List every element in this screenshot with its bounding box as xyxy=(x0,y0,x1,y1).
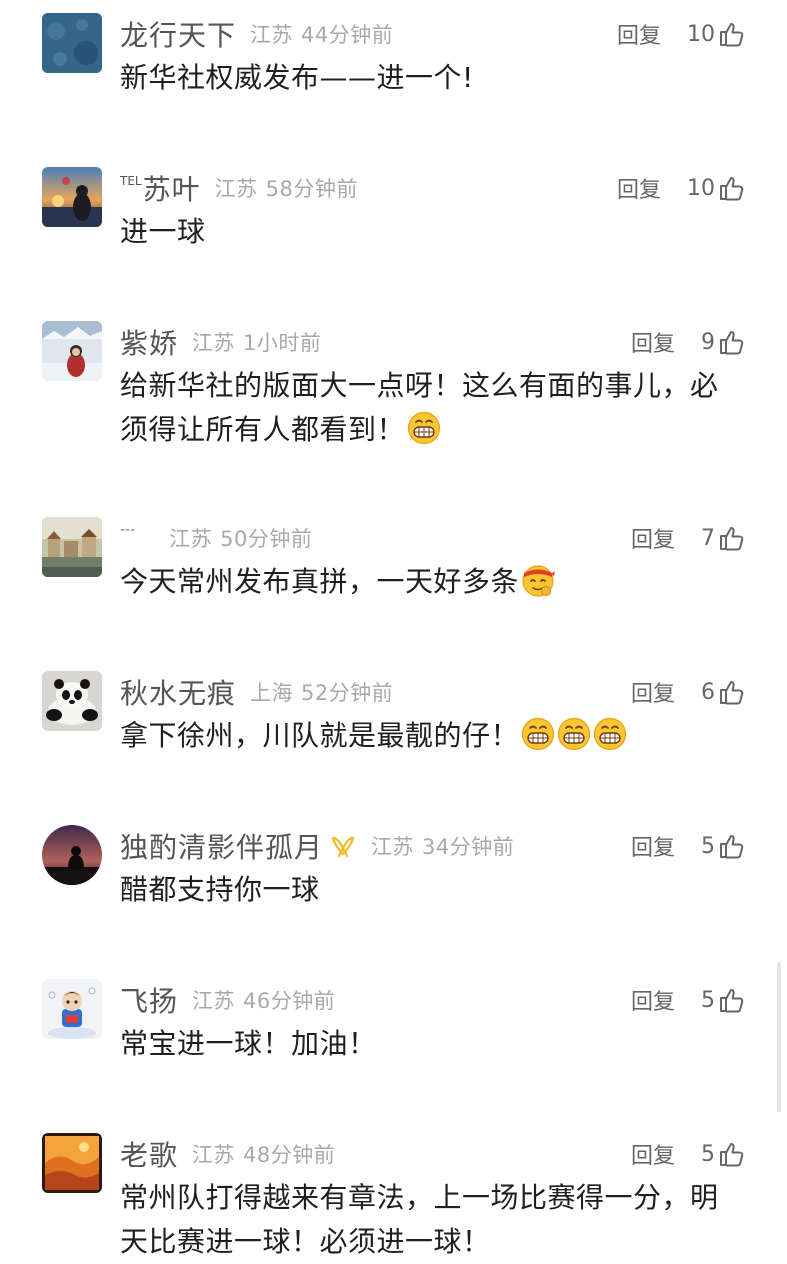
reply-button[interactable]: 回复 xyxy=(631,326,675,358)
cartoon-child-avatar[interactable] xyxy=(42,979,102,1039)
thumbs-up-icon[interactable] xyxy=(717,986,745,1014)
comment-text: 新华社权威发布——进一个! xyxy=(120,56,740,100)
nickname[interactable]: 独酌清影伴孤月 xyxy=(120,826,323,866)
location: 江苏 xyxy=(214,177,258,201)
snow-person-avatar[interactable] xyxy=(42,321,102,381)
yellow-ribbon-badge xyxy=(331,836,355,858)
reply-button[interactable]: 回复 xyxy=(617,18,661,50)
comment-text-content: 新华社权威发布——进一个! xyxy=(120,61,474,94)
comment-header: 飞扬 江苏 46分钟前 xyxy=(120,980,335,1020)
location: 江苏 xyxy=(169,527,213,551)
nickname[interactable]: 苏叶 xyxy=(143,168,201,208)
comment-actions: 回复 9 xyxy=(631,322,745,362)
thumbs-up-icon[interactable] xyxy=(717,328,745,356)
headband-emoji xyxy=(522,565,556,597)
like-count: 7 xyxy=(701,525,715,551)
reply-button[interactable]: 回复 xyxy=(631,984,675,1016)
like-count: 5 xyxy=(701,987,715,1013)
comment-text: 常宝进一球！加油！ xyxy=(120,1022,740,1066)
comment-text: 给新华社的版面大一点呀！这么有面的事儿，必须得让所有人都看到！ xyxy=(120,364,740,452)
comment-text: 醋都支持你一球 xyxy=(120,868,740,912)
timestamp: 34分钟前 xyxy=(422,835,515,859)
grin-emoji xyxy=(521,717,555,751)
like-count: 6 xyxy=(701,679,715,705)
timestamp: 58分钟前 xyxy=(265,177,358,201)
comment-text-content: 常宝进一球！加油！ xyxy=(120,1027,377,1060)
comment-header: 龙行天下 江苏 44分钟前 xyxy=(120,14,393,54)
comment-actions: 回复 5 xyxy=(631,1134,745,1174)
reply-button[interactable]: 回复 xyxy=(631,830,675,862)
scrollbar-thumb[interactable] xyxy=(777,962,781,1112)
town-painting-avatar[interactable] xyxy=(42,517,102,577)
nickname[interactable]: 紫娇 xyxy=(120,322,178,362)
comment-text: 常州队打得越来有章法，上一场比赛得一分，明天比赛进一球！必须进一球！ xyxy=(120,1176,740,1264)
comment-header: --- 江苏 50分钟前 xyxy=(120,518,312,558)
orange-landscape-avatar[interactable] xyxy=(42,1133,102,1193)
like-count: 10 xyxy=(687,175,715,201)
timestamp: 52分钟前 xyxy=(301,681,394,705)
location: 江苏 xyxy=(250,23,294,47)
timestamp: 44分钟前 xyxy=(301,23,394,47)
location: 江苏 xyxy=(371,835,415,859)
reply-button[interactable]: 回复 xyxy=(631,1138,675,1170)
nickname[interactable]: 龙行天下 xyxy=(120,14,236,54)
location: 江苏 xyxy=(192,1143,236,1167)
like-count: 5 xyxy=(701,1141,715,1167)
comment-text: 进一球 xyxy=(120,210,740,254)
location: 江苏 xyxy=(192,331,236,355)
grin-emoji xyxy=(557,717,591,751)
comment-header: 紫娇 江苏 1小时前 xyxy=(120,322,321,362)
comment-header: 老歌 江苏 48分钟前 xyxy=(120,1134,335,1174)
comment-header: 秋水无痕 上海 52分钟前 xyxy=(120,672,393,712)
reply-button[interactable]: 回复 xyxy=(617,172,661,204)
reply-button[interactable]: 回复 xyxy=(631,522,675,554)
location: 江苏 xyxy=(192,989,236,1013)
timestamp: 50分钟前 xyxy=(220,527,313,551)
panda-avatar[interactable] xyxy=(42,671,102,731)
comment-text-content: 进一球 xyxy=(120,215,206,248)
timestamp: 46分钟前 xyxy=(243,989,336,1013)
reply-button[interactable]: 回复 xyxy=(631,676,675,708)
dusk-silhouette-avatar[interactable] xyxy=(42,825,102,885)
timestamp: 48分钟前 xyxy=(243,1143,336,1167)
nickname-prefix: TEL xyxy=(120,174,142,188)
comment-text-content: 拿下徐州，川队就是最靓的仔！ xyxy=(120,719,520,752)
thumbs-up-icon[interactable] xyxy=(717,1140,745,1168)
sunset-person-avatar[interactable] xyxy=(42,167,102,227)
blue-texture-avatar[interactable] xyxy=(42,13,102,73)
comment-text-content: 今天常州发布真拼，一天好多条 xyxy=(120,565,520,598)
thumbs-up-icon[interactable] xyxy=(717,174,745,202)
comment-header: TEL 苏叶 江苏 58分钟前 xyxy=(120,168,358,208)
like-count: 9 xyxy=(701,329,715,355)
comment-actions: 回复 5 xyxy=(631,826,745,866)
comment-text-content: 醋都支持你一球 xyxy=(120,873,320,906)
thumbs-up-icon[interactable] xyxy=(717,524,745,552)
comment-text-content: 常州队打得越来有章法，上一场比赛得一分，明天比赛进一球！必须进一球！ xyxy=(120,1181,719,1258)
comment-header: 独酌清影伴孤月 江苏 34分钟前 xyxy=(120,826,514,866)
comment-text: 今天常州发布真拼，一天好多条 xyxy=(120,560,740,604)
grin-emoji xyxy=(593,717,627,751)
comment-text: 拿下徐州，川队就是最靓的仔！ xyxy=(120,714,740,758)
thumbs-up-icon[interactable] xyxy=(717,832,745,860)
nickname[interactable]: 老歌 xyxy=(120,1134,178,1174)
like-count: 5 xyxy=(701,833,715,859)
nickname[interactable]: 飞扬 xyxy=(120,980,178,1020)
comment-actions: 回复 6 xyxy=(631,672,745,712)
grin-emoji xyxy=(407,411,441,445)
comment-actions: 回复 7 xyxy=(631,518,745,558)
nickname[interactable]: --- xyxy=(120,522,135,538)
timestamp: 1小时前 xyxy=(243,331,322,355)
comment-actions: 回复 10 xyxy=(617,14,745,54)
comment-actions: 回复 5 xyxy=(631,980,745,1020)
thumbs-up-icon[interactable] xyxy=(717,678,745,706)
thumbs-up-icon[interactable] xyxy=(717,20,745,48)
like-count: 10 xyxy=(687,21,715,47)
nickname[interactable]: 秋水无痕 xyxy=(120,672,236,712)
location: 上海 xyxy=(250,681,294,705)
comment-actions: 回复 10 xyxy=(617,168,745,208)
